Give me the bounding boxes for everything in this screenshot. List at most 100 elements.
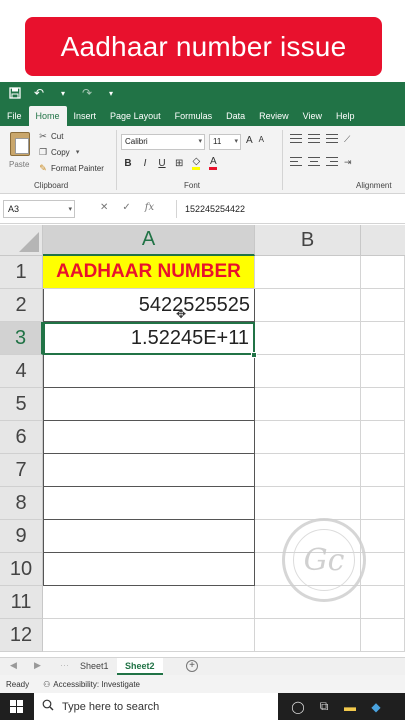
fill-handle[interactable] xyxy=(251,352,257,358)
column-header-c[interactable] xyxy=(361,225,405,256)
formula-input[interactable]: 152245254422 xyxy=(176,200,405,218)
cell-b3[interactable] xyxy=(255,322,361,355)
font-size-select[interactable]: 11 ▾ xyxy=(209,134,241,150)
row-header-5[interactable]: 5 xyxy=(0,388,43,421)
row-header-1[interactable]: 1 xyxy=(0,256,43,289)
cell-a3[interactable]: 1.52245E+11 xyxy=(43,322,255,355)
save-icon[interactable] xyxy=(8,86,22,100)
cancel-icon[interactable]: ✕ xyxy=(100,202,108,213)
orientation-icon[interactable]: ⟋ xyxy=(344,134,362,145)
shrink-font-button[interactable]: A xyxy=(259,135,264,146)
cell-b2[interactable] xyxy=(255,289,361,322)
row-header-6[interactable]: 6 xyxy=(0,421,43,454)
tab-view[interactable]: View xyxy=(296,106,329,126)
borders-icon[interactable]: ⊞ xyxy=(175,158,183,169)
check-icon[interactable]: ✓ xyxy=(122,202,130,213)
add-sheet-icon[interactable]: + xyxy=(186,660,198,672)
grow-font-button[interactable]: A xyxy=(246,135,253,146)
align-right-icon[interactable] xyxy=(326,157,338,166)
cell-c5[interactable] xyxy=(361,388,405,421)
tab-home[interactable]: Home xyxy=(28,106,67,126)
cell-a4[interactable] xyxy=(43,355,255,388)
cell-a2[interactable]: 5422525525 xyxy=(43,289,255,322)
redo-icon[interactable]: ↷ xyxy=(80,86,94,100)
tab-data[interactable]: Data xyxy=(219,106,252,126)
row-header-11[interactable]: 11 xyxy=(0,586,43,619)
cell-a7[interactable] xyxy=(43,454,255,487)
cell-b4[interactable] xyxy=(255,355,361,388)
align-bottom-icon[interactable] xyxy=(326,134,338,143)
tab-page-layout[interactable]: Page Layout xyxy=(103,106,168,126)
taskbar-search-box[interactable]: Type here to search xyxy=(34,693,278,720)
select-all-button[interactable] xyxy=(0,225,43,256)
row-header-9[interactable]: 9 xyxy=(0,520,43,553)
cell-a9[interactable] xyxy=(43,520,255,553)
accessibility-status[interactable]: ⚇ Accessibility: Investigate xyxy=(43,680,140,689)
prev-sheet-icon[interactable]: ◀ xyxy=(10,660,17,671)
cortana-icon[interactable]: ◯ xyxy=(290,699,306,715)
cell-a5[interactable] xyxy=(43,388,255,421)
font-name-select[interactable]: Calibri ▾ xyxy=(121,134,205,150)
font-color-button[interactable]: A xyxy=(209,156,218,170)
cell-c6[interactable] xyxy=(361,421,405,454)
copy-button[interactable]: ❐ Copy ▾ xyxy=(38,147,83,157)
copy-dropdown-icon[interactable]: ▾ xyxy=(73,147,83,157)
next-sheet-icon[interactable]: ▶ xyxy=(34,660,41,671)
tab-formulas[interactable]: Formulas xyxy=(168,106,220,126)
cell-c7[interactable] xyxy=(361,454,405,487)
cell-b12[interactable] xyxy=(255,619,361,652)
cell-a6[interactable] xyxy=(43,421,255,454)
sheet-tab-sheet1[interactable]: Sheet1 xyxy=(72,658,117,675)
undo-dropdown-icon[interactable]: ▾ xyxy=(56,86,70,100)
sheet-overflow-icon[interactable]: ⋯ xyxy=(60,660,69,671)
cell-a11[interactable] xyxy=(43,586,255,619)
file-explorer-icon[interactable]: ▬ xyxy=(342,699,358,715)
row-header-2[interactable]: 2 xyxy=(0,289,43,322)
tab-file[interactable]: File xyxy=(0,106,29,126)
align-middle-icon[interactable] xyxy=(308,134,320,143)
start-button[interactable] xyxy=(0,693,34,720)
indent-icon[interactable]: ⇥ xyxy=(344,157,362,168)
cell-c8[interactable] xyxy=(361,487,405,520)
italic-button[interactable]: I xyxy=(141,158,149,169)
cell-c1[interactable] xyxy=(361,256,405,289)
row-header-3[interactable]: 3 xyxy=(0,322,43,355)
app-icon[interactable]: ◆ xyxy=(368,699,384,715)
cell-b7[interactable] xyxy=(255,454,361,487)
cut-button[interactable]: ✂ Cut xyxy=(38,131,63,141)
cell-c9[interactable] xyxy=(361,520,405,553)
row-header-4[interactable]: 4 xyxy=(0,355,43,388)
cell-c11[interactable] xyxy=(361,586,405,619)
cell-a10[interactable] xyxy=(43,553,255,586)
cell-c2[interactable] xyxy=(361,289,405,322)
insert-function-icon[interactable]: fx xyxy=(145,202,154,213)
column-header-b[interactable]: B xyxy=(255,225,361,256)
cell-c12[interactable] xyxy=(361,619,405,652)
cell-c4[interactable] xyxy=(361,355,405,388)
sheet-tab-sheet2[interactable]: Sheet2 xyxy=(117,658,163,675)
tab-insert[interactable]: Insert xyxy=(67,106,104,126)
format-painter-button[interactable]: ✎ Format Painter xyxy=(38,163,104,173)
fill-color-icon[interactable]: ◇ xyxy=(192,156,201,170)
row-header-12[interactable]: 12 xyxy=(0,619,43,652)
name-box[interactable]: A3 ▾ xyxy=(3,200,75,218)
quick-access-customize-icon[interactable]: ▾ xyxy=(104,86,118,100)
undo-icon[interactable]: ↶ xyxy=(32,86,46,100)
row-header-7[interactable]: 7 xyxy=(0,454,43,487)
tab-help[interactable]: Help xyxy=(329,106,362,126)
tab-review[interactable]: Review xyxy=(252,106,296,126)
row-header-8[interactable]: 8 xyxy=(0,487,43,520)
cell-a1[interactable]: AADHAAR NUMBER xyxy=(43,256,255,289)
cell-b1[interactable] xyxy=(255,256,361,289)
cell-b6[interactable] xyxy=(255,421,361,454)
cell-a12[interactable] xyxy=(43,619,255,652)
task-view-icon[interactable]: ⧉ xyxy=(316,699,332,715)
cell-b5[interactable] xyxy=(255,388,361,421)
align-left-icon[interactable] xyxy=(290,157,302,166)
align-top-icon[interactable] xyxy=(290,134,302,143)
cell-c10[interactable] xyxy=(361,553,405,586)
underline-button[interactable]: U xyxy=(158,158,166,169)
cell-a8[interactable] xyxy=(43,487,255,520)
cell-b8[interactable] xyxy=(255,487,361,520)
row-header-10[interactable]: 10 xyxy=(0,553,43,586)
